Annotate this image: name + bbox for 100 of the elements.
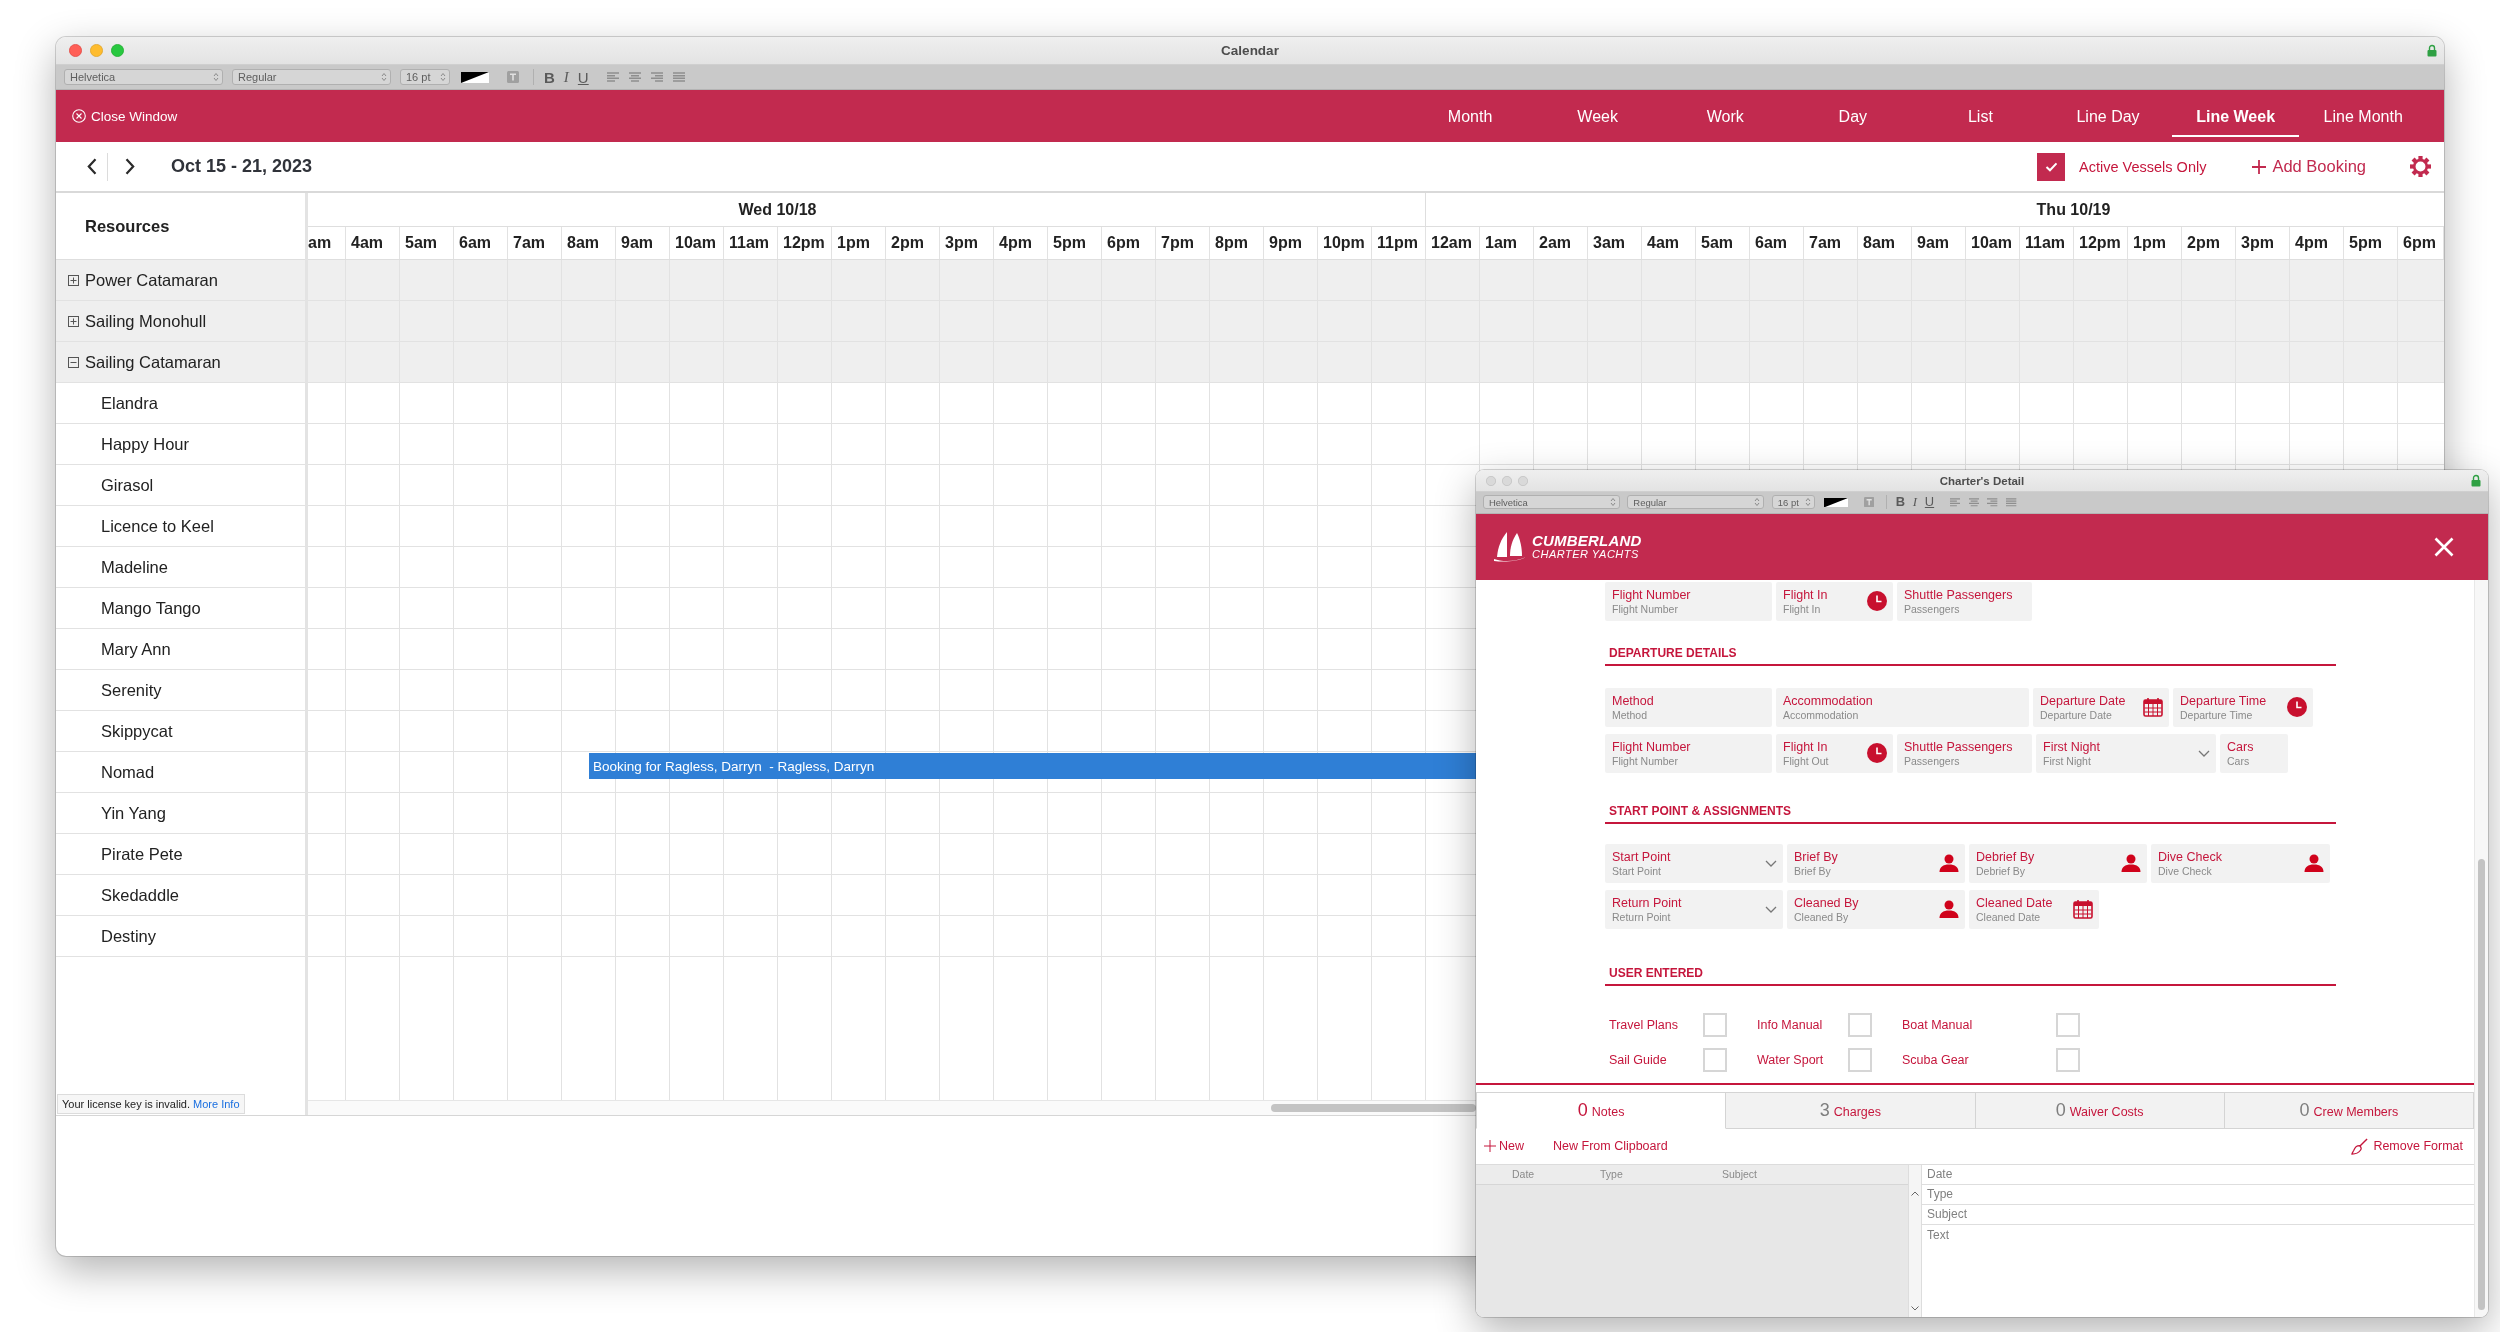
view-tab[interactable]: Day — [1789, 95, 1917, 137]
date-field[interactable]: Cleaned Date Cleaned Date — [1969, 889, 2099, 929]
bold-button[interactable]: B — [1895, 495, 1906, 509]
text-field[interactable]: Flight Number Flight Number — [1605, 733, 1772, 773]
more-info-link[interactable]: More Info — [193, 1098, 240, 1110]
resource-label[interactable]: Yin Yang — [101, 803, 166, 823]
bold-button[interactable]: B — [544, 69, 555, 85]
input-field[interactable]: Passengers — [1904, 602, 2026, 616]
size-dropdown[interactable]: 16 pt — [1771, 495, 1815, 510]
input-field[interactable]: Return Point — [1612, 910, 1762, 924]
italic-button[interactable]: I — [563, 69, 569, 85]
detail-tab[interactable]: 0 Notes — [1476, 1091, 1727, 1129]
close-window-button[interactable]: Close Window — [72, 105, 178, 127]
input-field[interactable]: Cleaned Date — [1976, 910, 2070, 924]
close-icon[interactable] — [2434, 536, 2454, 557]
color-swatch-icon[interactable] — [1824, 497, 1849, 507]
new-button[interactable]: New — [1484, 1139, 1524, 1153]
input-field[interactable]: Flight Out — [1783, 754, 1864, 768]
input-field[interactable]: Flight Number — [1612, 754, 1766, 768]
checkbox-label[interactable]: Travel Plans — [1609, 1017, 1678, 1032]
resource-label[interactable]: Happy Hour — [101, 434, 190, 454]
text-field[interactable]: Shuttle Passengers Passengers — [1897, 581, 2032, 621]
style-dropdown[interactable]: Regular — [1627, 495, 1765, 510]
person-icon[interactable] — [1939, 900, 1959, 918]
view-tab[interactable]: Month — [1406, 95, 1534, 137]
text-field[interactable]: Accommodation Accommodation — [1776, 687, 2029, 727]
input-field[interactable]: First Night — [2043, 754, 2195, 768]
resource-label[interactable]: Mary Ann — [101, 639, 171, 659]
input-field[interactable]: Flight In — [1783, 602, 1864, 616]
detail-tab[interactable]: 3 Charges — [1726, 1091, 1976, 1129]
underline-button[interactable]: U — [577, 69, 589, 85]
resource-label[interactable]: Destiny — [101, 926, 157, 946]
checkbox-label[interactable]: Info Manual — [1757, 1017, 1823, 1032]
input-field[interactable]: Dive Check — [2158, 864, 2301, 878]
text-field[interactable]: Method Method — [1605, 687, 1772, 727]
dropdown-field[interactable]: Return Point Return Point — [1605, 889, 1783, 929]
input-field[interactable]: Accommodation — [1783, 708, 2023, 722]
checkbox-label[interactable]: Water Sport — [1757, 1052, 1824, 1067]
checkbox-label[interactable]: Sail Guide — [1609, 1052, 1667, 1067]
clock-icon[interactable] — [2287, 697, 2307, 717]
input-field[interactable]: Cleaned By — [1794, 910, 1936, 924]
person-field[interactable]: Debrief By Debrief By — [1969, 843, 2147, 883]
resource-label[interactable]: Madeline — [101, 557, 168, 577]
chevron-down-icon[interactable] — [1911, 1306, 1919, 1311]
time-field[interactable]: Flight In Flight In — [1776, 581, 1893, 621]
checkbox-label[interactable]: Scuba Gear — [1902, 1052, 1969, 1067]
font-dropdown[interactable]: Helvetica — [1482, 495, 1620, 510]
plus-box-icon[interactable] — [68, 274, 79, 286]
dropdown-field[interactable]: Start Point Start Point — [1605, 843, 1783, 883]
chevron-down-icon[interactable] — [1765, 905, 1777, 913]
resource-label[interactable]: Mango Tango — [101, 598, 201, 618]
input-field[interactable]: Cars — [2227, 754, 2282, 768]
detail-tab[interactable]: 0 Waiver Costs — [1975, 1091, 2225, 1129]
chevron-down-icon[interactable] — [2198, 749, 2210, 757]
input-field[interactable]: Departure Date — [2040, 708, 2140, 722]
calendar-icon[interactable] — [2143, 697, 2163, 717]
input-field[interactable]: Passengers — [1904, 754, 2026, 768]
view-tab[interactable]: Line Day — [2044, 95, 2172, 137]
person-icon[interactable] — [2121, 854, 2141, 872]
chevron-up-icon[interactable] — [1911, 1190, 1919, 1196]
input-field[interactable]: Brief By — [1794, 864, 1936, 878]
date-field[interactable]: Departure Date Departure Date — [2033, 687, 2169, 727]
person-field[interactable]: Cleaned By Cleaned By — [1787, 889, 1965, 929]
size-dropdown[interactable]: 16 pt — [400, 69, 450, 85]
clock-icon[interactable] — [1867, 743, 1887, 763]
checkbox-label[interactable]: Boat Manual — [1902, 1017, 1973, 1032]
detail-tab[interactable]: 0 Crew Members — [2224, 1091, 2474, 1129]
booking-event[interactable]: Booking for Ragless, Darryn - Ragless, Darryn — [589, 753, 1476, 779]
input-field[interactable]: Departure Time — [2180, 708, 2284, 722]
resource-label[interactable]: Licence to Keel — [101, 516, 214, 536]
color-swatch-icon[interactable] — [461, 71, 489, 83]
traffic-light-icon[interactable] — [110, 44, 124, 57]
chevron-down-icon[interactable] — [1765, 859, 1777, 867]
chevron-left-icon[interactable] — [87, 158, 97, 175]
checkbox-label[interactable]: Active Vessels Only — [2079, 158, 2207, 175]
resource-label[interactable]: Skedaddle — [101, 885, 179, 905]
new-from-clipboard-button[interactable]: New From Clipboard — [1553, 1139, 1668, 1153]
person-field[interactable]: Dive Check Dive Check — [2151, 843, 2330, 883]
scrollbar-thumb[interactable] — [2478, 858, 2485, 1310]
clock-icon[interactable] — [1867, 591, 1887, 611]
remove-format-button[interactable]: Remove Format — [2351, 1137, 2463, 1155]
chevron-right-icon[interactable] — [125, 158, 135, 175]
resource-label[interactable]: Skippycat — [101, 721, 173, 741]
time-field[interactable]: Departure Time Departure Time — [2173, 687, 2313, 727]
dropdown-field[interactable]: First Night First Night — [2036, 733, 2216, 773]
resource-label[interactable]: Pirate Pete — [101, 844, 183, 864]
input-field[interactable]: Method — [1612, 708, 1766, 722]
person-icon[interactable] — [2304, 854, 2324, 872]
view-tab[interactable]: Week — [1533, 95, 1662, 137]
italic-button[interactable]: I — [1912, 495, 1918, 509]
person-icon[interactable] — [1939, 854, 1959, 872]
resource-label[interactable]: Nomad — [101, 762, 155, 782]
view-tab[interactable]: Line Week — [2171, 95, 2300, 137]
resource-label[interactable]: Serenity — [101, 680, 162, 700]
view-tab[interactable]: List — [1916, 95, 2045, 137]
text-field[interactable]: Flight Number Flight Number — [1605, 581, 1772, 621]
add-booking-button[interactable]: Add Booking — [2252, 157, 2366, 176]
view-tab[interactable]: Work — [1661, 95, 1790, 137]
scrollbar-thumb[interactable] — [1271, 1104, 1476, 1112]
settings-icon[interactable] — [2410, 156, 2431, 177]
